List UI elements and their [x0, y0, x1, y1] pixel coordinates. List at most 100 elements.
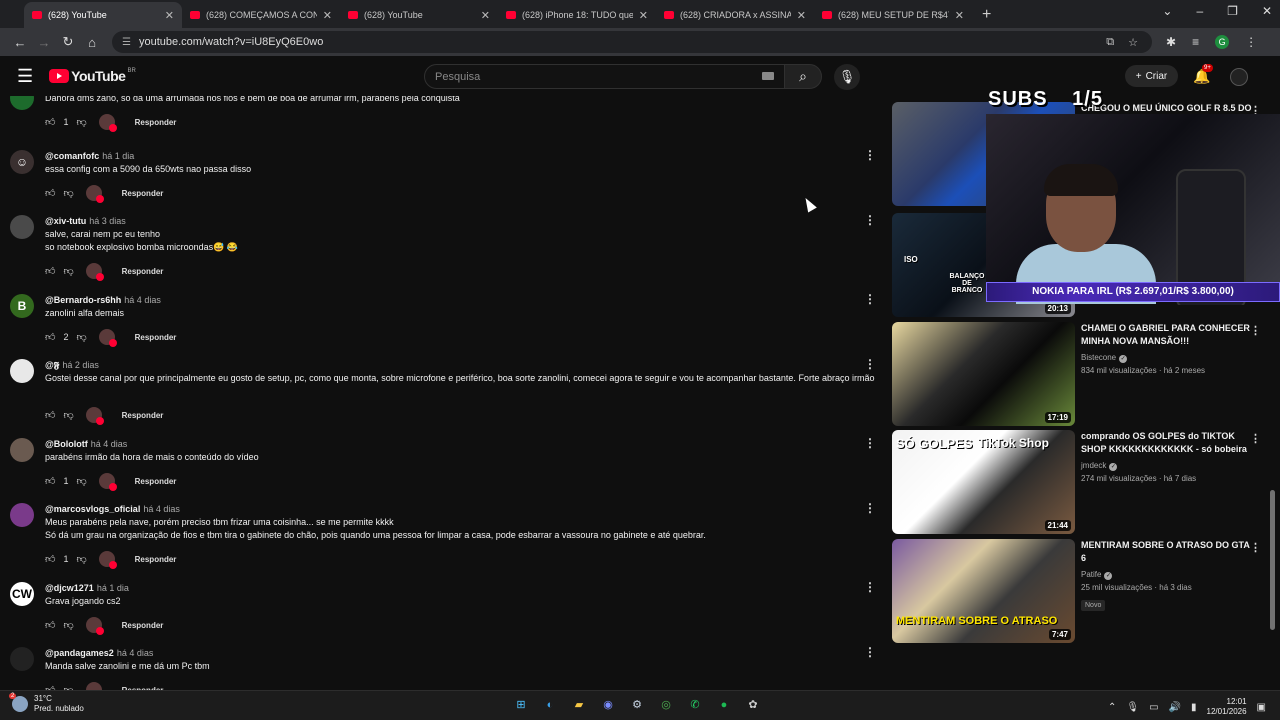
video-title[interactable]: comprando OS GOLPES do TIKTOK SHOP KKKKK…	[1081, 430, 1253, 456]
reply-button[interactable]: Responder	[122, 411, 164, 420]
comment-date[interactable]: há 4 dias	[117, 648, 154, 658]
video-channel[interactable]: jmdeck ✓	[1081, 459, 1253, 472]
video-title[interactable]: MENTIRAM SOBRE O ATRASO DO GTA 6	[1081, 539, 1253, 565]
video-more-icon[interactable]: ⋮	[1250, 324, 1261, 337]
comment-author[interactable]: @pandagames2	[45, 648, 114, 658]
keyboard-icon[interactable]	[762, 72, 774, 80]
dislike-icon[interactable]: 👎︎	[63, 265, 73, 277]
comment-avatar[interactable]	[10, 647, 34, 671]
search-button[interactable]: ⌕	[784, 64, 822, 89]
forward-icon[interactable]: →	[32, 35, 56, 50]
weather-widget[interactable]: 2 31°C Pred. nublado	[9, 693, 84, 714]
video-thumbnail[interactable]: 17:19	[892, 322, 1075, 426]
volume-icon[interactable]: 🔊	[1169, 702, 1181, 713]
dislike-icon[interactable]: 👎︎	[63, 187, 73, 199]
reply-button[interactable]: Responder	[122, 189, 164, 198]
profile-avatar[interactable]: G	[1215, 35, 1230, 49]
comment-avatar[interactable]	[10, 503, 34, 527]
whatsapp-icon[interactable]: ✆	[686, 696, 704, 714]
extensions-icon[interactable]: ✱	[1166, 35, 1176, 49]
restore-icon[interactable]: ❐	[1227, 4, 1238, 18]
comment-date[interactable]: há 1 dia	[102, 151, 134, 161]
dislike-icon[interactable]: 👎︎	[76, 475, 86, 487]
video-card[interactable]: SÓ GOLPES TikTok Shop 21:44 comprando OS GO…	[892, 430, 1264, 534]
dislike-icon[interactable]: 👎︎	[76, 116, 86, 128]
create-button[interactable]: + Criar	[1125, 65, 1178, 87]
dislike-icon[interactable]: 👎︎	[76, 553, 86, 565]
chevron-up-icon[interactable]: ⌃	[1108, 702, 1116, 713]
comment-author[interactable]: @djcw1271	[45, 583, 94, 593]
account-avatar[interactable]	[1230, 68, 1248, 86]
like-icon[interactable]: 👍︎	[45, 475, 55, 487]
reading-list-icon[interactable]: ≡	[1192, 35, 1199, 49]
close-tab-icon[interactable]: ✕	[165, 9, 174, 22]
reply-button[interactable]: Responder	[135, 555, 177, 564]
comment-author[interactable]: @Bololotf	[45, 439, 88, 449]
reload-icon[interactable]: ↻	[56, 34, 80, 50]
comment-avatar[interactable]: B	[10, 294, 34, 318]
video-more-icon[interactable]: ⋮	[1250, 432, 1261, 445]
comment-avatar[interactable]: ☺	[10, 150, 34, 174]
comment-more-icon[interactable]: ⋮	[864, 580, 876, 594]
browser-tab[interactable]: (628) MEU SETUP DE R$47.890 ✕	[814, 2, 972, 28]
sidebar-scrollbar[interactable]	[1270, 490, 1275, 630]
chevron-down-icon[interactable]: ⌄	[1162, 4, 1172, 18]
youtube-logo[interactable]: YouTube BR	[49, 68, 136, 84]
reply-button[interactable]: Responder	[135, 118, 177, 127]
comment-avatar[interactable]	[10, 96, 34, 110]
reply-button[interactable]: Responder	[122, 267, 164, 276]
video-thumbnail[interactable]: MENTIRAM SOBRE O ATRASO 7:47	[892, 539, 1075, 643]
like-icon[interactable]: 👍︎	[45, 619, 55, 631]
comment-more-icon[interactable]: ⋮	[864, 645, 876, 659]
video-card[interactable]: 17:19 CHAMEI O GABRIEL PARA CONHECER MINH…	[892, 322, 1264, 426]
voice-search-button[interactable]: 🎙	[834, 64, 860, 90]
comment-author[interactable]: @𝕱	[45, 360, 59, 370]
like-icon[interactable]: 👍︎	[45, 409, 55, 421]
comment-date[interactable]: há 4 dias	[91, 439, 128, 449]
comment-more-icon[interactable]: ⋮	[864, 213, 876, 227]
notification-center-icon[interactable]: ▣	[1257, 702, 1266, 713]
comment-date[interactable]: há 2 dias	[62, 360, 99, 370]
network-icon[interactable]: ▭	[1149, 702, 1158, 713]
like-icon[interactable]: 👍︎	[45, 187, 55, 199]
video-channel[interactable]: Patife ✓	[1081, 568, 1253, 581]
comment-date[interactable]: há 4 dias	[143, 504, 180, 514]
video-title[interactable]: CHAMEI O GABRIEL PARA CONHECER MINHA NOV…	[1081, 322, 1253, 348]
browser-tab[interactable]: (628) COMEÇAMOS A CONSTR ✕	[182, 2, 340, 28]
comment-more-icon[interactable]: ⋮	[864, 357, 876, 371]
browser-tab[interactable]: (628) iPhone 18: TUDO que já s ✕	[498, 2, 656, 28]
browser-tab[interactable]: (628) YouTube ✕	[24, 2, 182, 28]
bookmark-star-icon[interactable]: ☆	[1128, 36, 1138, 49]
reply-button[interactable]: Responder	[135, 333, 177, 342]
clock[interactable]: 12:01 12/01/2026	[1207, 697, 1247, 717]
dislike-icon[interactable]: 👎︎	[63, 409, 73, 421]
comment-avatar[interactable]	[10, 359, 34, 383]
video-card[interactable]: MENTIRAM SOBRE O ATRASO 7:47 MENTIRAM SOBR…	[892, 539, 1264, 643]
comment-more-icon[interactable]: ⋮	[864, 292, 876, 306]
like-icon[interactable]: 👍︎	[45, 331, 55, 343]
like-icon[interactable]: 👍︎	[45, 553, 55, 565]
comment-date[interactable]: há 1 dia	[97, 583, 129, 593]
close-tab-icon[interactable]: ✕	[481, 9, 490, 22]
comment-author[interactable]: @marcosvlogs_oficial	[45, 504, 140, 514]
comment-more-icon[interactable]: ⋮	[864, 436, 876, 450]
spotify-icon[interactable]: ●	[715, 696, 733, 714]
steam-icon[interactable]: ⚙	[628, 696, 646, 714]
search-input[interactable]: Pesquisa	[424, 64, 785, 89]
video-more-icon[interactable]: ⋮	[1250, 541, 1261, 554]
reply-button[interactable]: Responder	[135, 477, 177, 486]
comment-more-icon[interactable]: ⋮	[864, 501, 876, 515]
discord-icon[interactable]: ◉	[599, 696, 617, 714]
cast-icon[interactable]: ⧉	[1106, 36, 1114, 49]
close-tab-icon[interactable]: ✕	[323, 9, 332, 22]
browser-tab[interactable]: (628) CRIADORA x ASSINANTE ✕	[656, 2, 814, 28]
comment-author[interactable]: @Bernardo-rs6hh	[45, 295, 121, 305]
comment-avatar[interactable]	[10, 438, 34, 462]
comment-date[interactable]: há 4 dias	[124, 295, 161, 305]
close-window-icon[interactable]: ✕	[1262, 4, 1272, 18]
comment-avatar[interactable]: CW	[10, 582, 34, 606]
chrome-icon[interactable]: ◎	[657, 696, 675, 714]
reply-button[interactable]: Responder	[122, 621, 164, 630]
edge-icon[interactable]: ◐	[541, 696, 559, 714]
like-icon[interactable]: 👍︎	[45, 265, 55, 277]
